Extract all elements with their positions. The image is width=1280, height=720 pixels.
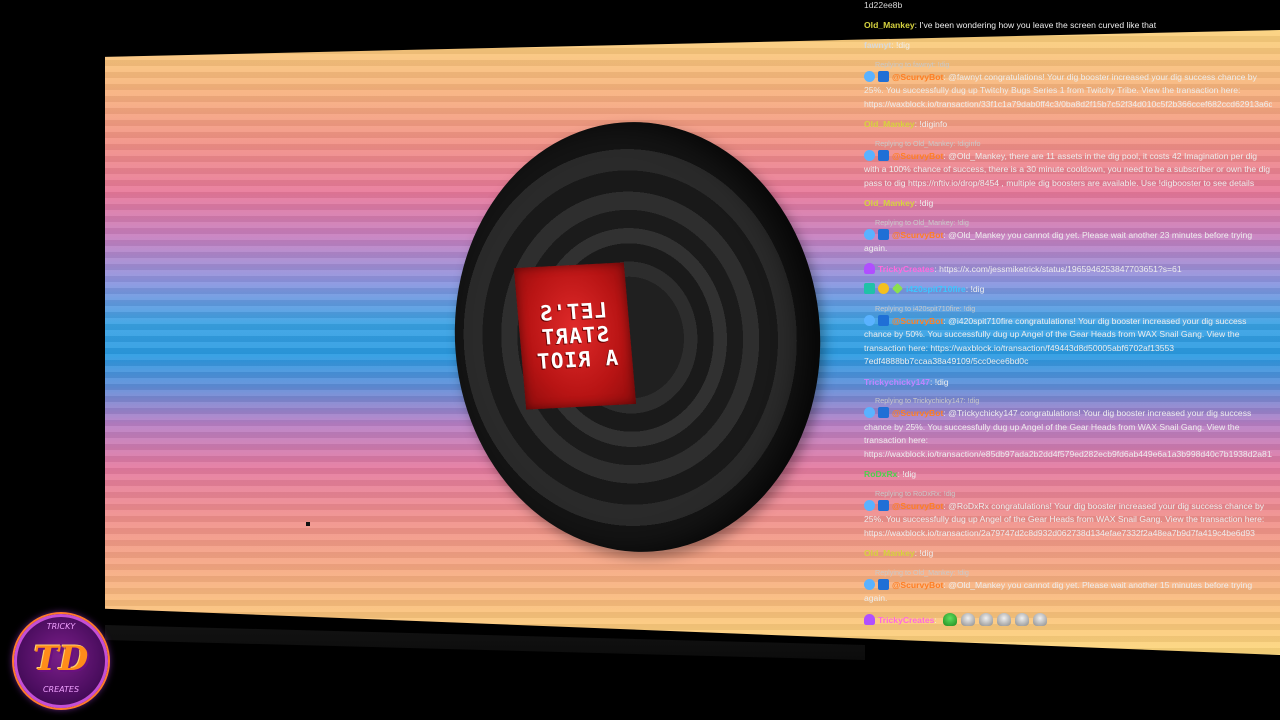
chat-badge-icon[interactable] xyxy=(878,407,889,418)
chat-badge-icon[interactable] xyxy=(864,70,875,82)
tire-sign-text: LET'S START A RIOT xyxy=(522,298,628,375)
chat-message: Replying to Trickychicky147: !dig @Scurvy… xyxy=(864,396,1272,461)
logo-letters: TD xyxy=(33,639,89,679)
chat-badge-icon[interactable] xyxy=(864,283,875,294)
chat-username[interactable]: Old_Mankey xyxy=(864,119,915,129)
chat-message: Replying to Old_Mankey: !dig @ScurvyBot: … xyxy=(864,568,1272,606)
chat-badge-icon[interactable] xyxy=(864,578,875,590)
logo-ring-bottom-text: CREATES xyxy=(42,685,80,694)
chat-message: RoDxRx: !dig xyxy=(864,468,1272,482)
tire-sign-line: A RIOT xyxy=(535,345,620,375)
chat-message: Replying to RoDxRx: !dig @ScurvyBot: @RoD… xyxy=(864,489,1272,541)
chat-panel[interactable]: 1d22ee8b Old_Mankey: I've been wondering… xyxy=(864,0,1272,720)
chat-message-list: Old_Mankey: I've been wondering how you … xyxy=(864,19,1272,628)
chat-username[interactable]: TrickyCreates xyxy=(878,264,934,274)
chat-username[interactable]: Old_Mankey xyxy=(864,198,915,208)
chat-username[interactable]: @ScurvyBot xyxy=(892,408,943,418)
logo-ring-top-text: TRICKY xyxy=(46,622,76,631)
chat-text: !dig xyxy=(934,376,949,387)
chat-username[interactable]: TrickyCreates xyxy=(878,615,934,625)
chat-badge-icon[interactable] xyxy=(878,149,889,161)
chat-badge-icon[interactable] xyxy=(864,228,875,240)
chat-username[interactable]: Old_Mankey xyxy=(864,548,915,558)
stream-view: LET'S START A RIOT TRICKY TD CREATES 1d22e… xyxy=(0,0,1280,720)
chat-text: !diginfo xyxy=(919,119,948,129)
reply-context[interactable]: Replying to RoDxRx: !dig xyxy=(864,489,1272,499)
chat-username[interactable]: Trickychicky147 xyxy=(864,377,930,387)
chat-username[interactable]: @ScurvyBot xyxy=(892,501,943,511)
chat-username[interactable]: RoDxRx xyxy=(864,469,897,479)
reply-context[interactable]: Replying to i420spit710fire: !dig xyxy=(864,304,1272,314)
chat-text: I've been wondering how you leave the sc… xyxy=(919,19,1157,30)
channel-logo: TRICKY TD CREATES xyxy=(14,614,108,708)
chat-badge-icon[interactable] xyxy=(892,283,903,294)
chat-text: !dig xyxy=(896,40,910,50)
chat-badge-icon[interactable] xyxy=(864,613,875,625)
chat-emote-icon[interactable] xyxy=(961,612,976,626)
tire-sign: LET'S START A RIOT xyxy=(513,262,637,410)
chat-badge-icon[interactable] xyxy=(864,149,875,161)
chat-message: Trickychicky147: !dig xyxy=(864,376,1272,390)
reply-context[interactable]: Replying to fawnyt: !dig xyxy=(864,60,1272,70)
chat-badge-icon[interactable] xyxy=(864,407,875,418)
chat-message: TrickyCreates: xyxy=(864,612,1272,628)
chat-emote-icon[interactable] xyxy=(943,612,958,626)
chat-badge-icon[interactable] xyxy=(878,499,889,511)
chat-badge-icon[interactable] xyxy=(878,578,889,590)
chat-text: !dig xyxy=(902,469,917,479)
chat-emote-icon[interactable] xyxy=(1033,612,1048,626)
reply-context[interactable]: Replying to Old_Mankey: !dig xyxy=(864,218,1272,228)
tire-graphic xyxy=(440,109,835,565)
chat-badge-icon[interactable] xyxy=(864,262,875,274)
reply-context[interactable]: Replying to Trickychicky147: !dig xyxy=(864,396,1272,406)
chat-message: Replying to fawnyt: !dig @ScurvyBot: @faw… xyxy=(864,60,1272,112)
chat-username[interactable]: @ScurvyBot xyxy=(892,580,943,590)
chat-username[interactable]: @ScurvyBot xyxy=(892,230,943,240)
chat-message: Replying to Old_Mankey: !dig @ScurvyBot: … xyxy=(864,218,1272,256)
chat-text: !dig xyxy=(919,198,934,208)
chat-badge-icon[interactable] xyxy=(864,314,875,326)
reply-context[interactable]: Replying to Old_Mankey: !dig xyxy=(864,568,1272,578)
screen-bottom-bezel xyxy=(105,625,865,660)
chat-message: Old_Mankey: !diginfo xyxy=(864,118,1272,132)
chat-text: !dig xyxy=(919,548,934,558)
chat-message: Replying to i420spit710fire: !dig @Scurvy… xyxy=(864,304,1272,369)
chat-username[interactable]: fawnyt xyxy=(864,40,891,50)
chat-badge-icon[interactable] xyxy=(878,70,889,82)
chat-badge-icon[interactable] xyxy=(878,228,889,240)
chat-emote-icon[interactable] xyxy=(979,612,994,626)
chat-badge-icon[interactable] xyxy=(864,499,875,511)
chat-message: fawnyt: !dig xyxy=(864,39,1272,53)
chat-username[interactable]: @ScurvyBot xyxy=(892,151,943,161)
reply-context[interactable]: Replying to Old_Mankey: !diginfo xyxy=(864,139,1272,149)
chat-message: TrickyCreates: https://x.com/jessmiketri… xyxy=(864,262,1272,277)
chat-emote-icon[interactable] xyxy=(1015,612,1030,626)
chat-message: Old_Mankey: !dig xyxy=(864,197,1272,211)
chat-message: Old_Mankey: I've been wondering how you … xyxy=(864,19,1272,33)
chat-text: https://x.com/jessmiketrick/status/19659… xyxy=(939,263,1182,274)
chat-emote-icon[interactable] xyxy=(997,612,1012,626)
chat-message: Old_Mankey: !dig xyxy=(864,547,1272,561)
chat-username[interactable]: Old_Mankey xyxy=(864,20,915,30)
chat-username[interactable]: @ScurvyBot xyxy=(892,72,943,82)
chat-separator: : xyxy=(934,614,940,625)
chat-badge-icon[interactable] xyxy=(878,283,889,294)
chat-text: !dig xyxy=(970,284,985,294)
chat-message: i420spit710fire: !dig xyxy=(864,283,1272,297)
chat-username[interactable]: i420spit710fire xyxy=(906,284,966,294)
chat-badge-icon[interactable] xyxy=(878,314,889,326)
chat-top-id: 1d22ee8b xyxy=(864,0,903,10)
mouse-cursor xyxy=(306,522,310,526)
chat-message: Replying to Old_Mankey: !diginfo @ScurvyB… xyxy=(864,139,1272,191)
chat-username[interactable]: @ScurvyBot xyxy=(892,316,943,326)
